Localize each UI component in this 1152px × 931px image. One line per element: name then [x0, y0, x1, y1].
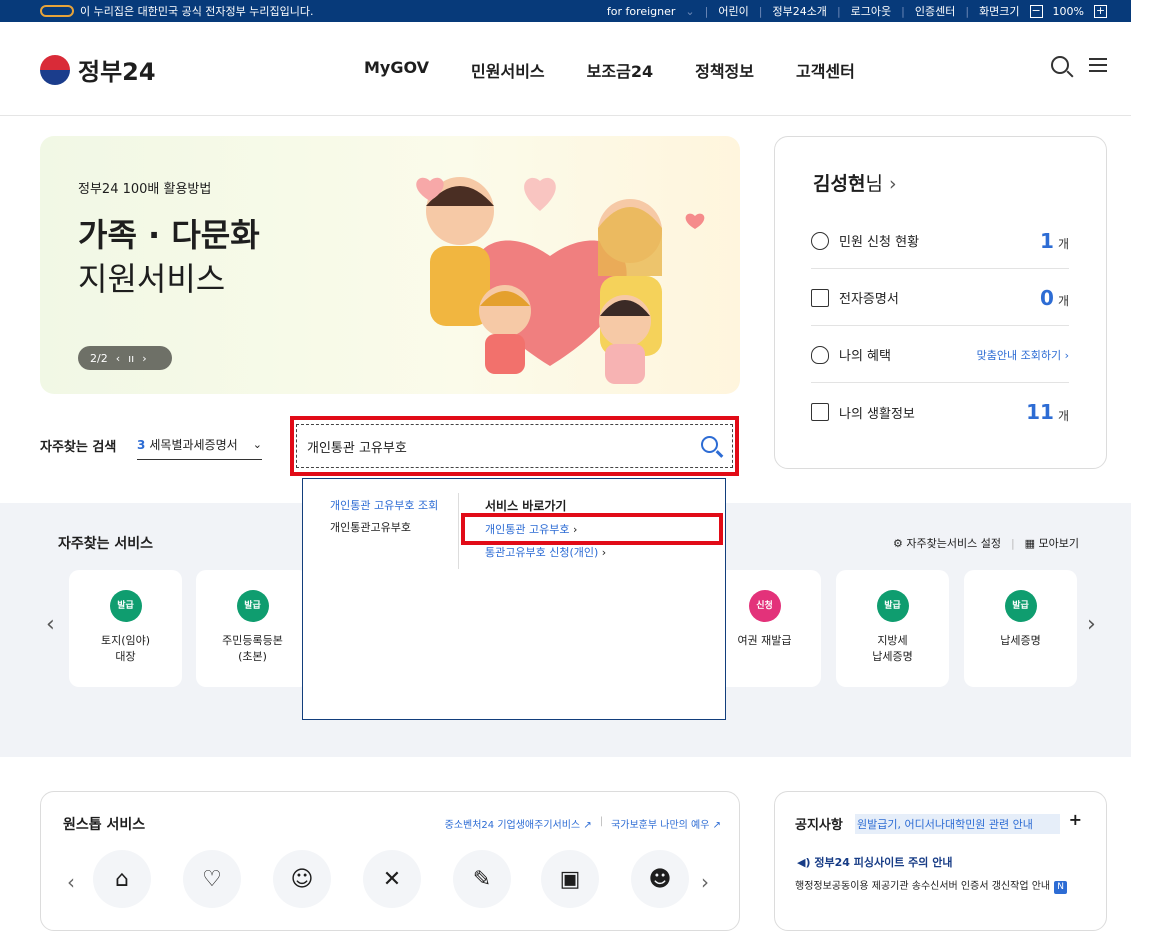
main-nav: MyGOV 민원서비스 보조금24 정책정보 고객센터 [364, 58, 855, 82]
zoom-in-button[interactable]: + [1094, 4, 1107, 18]
life-info-count: 11 [1026, 400, 1054, 424]
user-summary-panel: 김성현님 › 민원 신청 현황 1 개 전자증명서 0 개 나의 혜택 맞춤안내… [774, 136, 1107, 469]
pause-icon[interactable]: ıı [128, 352, 134, 365]
banner-pager: 2/2 ‹ ıı › [78, 346, 172, 370]
person-circle-icon [811, 231, 829, 250]
gov-notice: 이 누리집은 대한민국 공식 전자정부 누리집입니다. [40, 3, 314, 19]
issue-badge: 발급 [1004, 590, 1037, 622]
shortcut-highlight-box [461, 513, 723, 545]
speaker-icon: ◀) [797, 856, 811, 869]
site-header: 정부24 MyGOV 민원서비스 보조금24 정책정보 고객센터 [0, 22, 1131, 116]
benefits-lookup-link[interactable]: 맞춤안내 조회하기 › [977, 347, 1069, 363]
next-slide-icon[interactable]: › [142, 352, 146, 365]
favorite-card-local-tax[interactable]: 발급 지방세 납세증명 [836, 570, 949, 687]
baby-icon[interactable]: ☺ [273, 850, 331, 908]
gov-notice-text: 이 누리집은 대한민국 공식 전자정부 누리집입니다. [80, 5, 314, 18]
zoom-out-button[interactable]: − [1029, 4, 1043, 18]
notice-item[interactable]: ◀) 정부24 피싱사이트 주의 안내 [797, 854, 952, 870]
gov-emblem-icon [40, 5, 74, 17]
logo-text: 정부24 [78, 58, 156, 86]
user-row-benefits[interactable]: 나의 혜택 맞춤안내 조회하기 › [811, 327, 1069, 383]
onestop-title: 원스톱 서비스 [63, 817, 146, 833]
document-icon [811, 288, 829, 307]
suggestion-item[interactable]: 개인통관 고유부호 조회 [330, 495, 438, 517]
banner-subtitle: 정부24 100배 활용방법 [78, 182, 212, 197]
user-row-applications[interactable]: 민원 신청 현황 1 개 [811, 213, 1069, 269]
favorite-card-tax-payment[interactable]: 발급 납세증명 [964, 570, 1077, 687]
notice-title: 공지사항 [795, 818, 843, 833]
nav-policy[interactable]: 정책정보 [695, 58, 754, 82]
chevron-right-icon: › [888, 173, 897, 195]
issue-badge: 발급 [236, 590, 269, 622]
favorites-title: 자주찾는 서비스 [58, 536, 154, 552]
banner-title: 가족 · 다문화 [78, 216, 260, 254]
search-icon[interactable] [1051, 56, 1069, 74]
favorites-prev-icon[interactable]: ‹ [46, 612, 55, 637]
issue-badge: 발급 [876, 590, 909, 622]
menu-icon[interactable] [1089, 58, 1107, 72]
onestop-next-icon[interactable]: › [701, 870, 709, 894]
user-name[interactable]: 김성현님 › [813, 169, 897, 196]
search-input[interactable]: 개인통관 고유부호 [296, 424, 733, 468]
search-autocomplete-dropdown: 개인통관 고유부호 조회 개인통관고유부호 서비스 바로가기 개인통관 고유부호… [302, 478, 726, 720]
search-submit-icon[interactable] [701, 436, 718, 453]
onestop-prev-icon[interactable]: ‹ [67, 870, 75, 894]
sme-venture-link[interactable]: 중소벤처24 기업생애주기서비스 ↗ [445, 816, 592, 831]
chevron-down-icon: ⌄ [252, 438, 262, 451]
user-row-e-certificates[interactable]: 전자증명서 0 개 [811, 270, 1069, 326]
kids-link[interactable]: 어린이 [718, 3, 748, 19]
nav-customer-center[interactable]: 고객센터 [796, 58, 855, 82]
family-illustration [416, 177, 705, 384]
zoom-level: 100% [1052, 4, 1084, 18]
taegeuk-logo-icon [40, 54, 70, 85]
ribbon-icon[interactable]: ✕ [363, 850, 421, 908]
banner-page-indicator: 2/2 [90, 351, 108, 365]
main-banner[interactable]: 정부24 100배 활용방법 가족 · 다문화 지원서비스 2/2 ‹ ıı › [40, 136, 740, 394]
screen-size-label: 화면크기 [979, 5, 1020, 18]
suggestion-item[interactable]: 개인통관고유부호 [330, 517, 438, 539]
pregnancy-icon[interactable]: ♡ [183, 850, 241, 908]
nav-subsidy[interactable]: 보조금24 [587, 58, 653, 82]
notice-ticker[interactable]: 원발급기, 어디서나대학민원 관련 안내 [855, 814, 1060, 834]
house-icon[interactable]: ⌂ [93, 850, 151, 908]
logout-link[interactable]: 로그아웃 [851, 3, 891, 19]
certificates-count: 0 [1040, 285, 1054, 310]
book-icon[interactable]: ✎ [453, 850, 511, 908]
chevron-down-icon: ⌄ [685, 4, 695, 18]
favorites-settings-button[interactable]: ⚙ 자주찾는서비스 설정 [893, 535, 1001, 551]
nav-civil-service[interactable]: 민원서비스 [471, 58, 545, 82]
user-row-life-info[interactable]: 나의 생활정보 11 개 [811, 384, 1069, 440]
view-all-button[interactable]: ▦ 모아보기 [1025, 535, 1079, 551]
auth-center-link[interactable]: 인증센터 [915, 3, 955, 19]
favorite-card-resident-register[interactable]: 발급 주민등록등본 (초본) [196, 570, 309, 687]
prev-slide-icon[interactable]: ‹ [116, 352, 120, 365]
issue-badge: 발급 [109, 590, 142, 622]
applications-count: 1 [1040, 228, 1054, 253]
search-document-icon [811, 403, 829, 421]
favorites-next-icon[interactable]: › [1087, 612, 1096, 637]
foreigner-link[interactable]: for foreigner [607, 5, 676, 18]
top-utility-bar: 이 누리집은 대한민국 공식 전자정부 누리집입니다. for foreigne… [0, 0, 1131, 22]
notice-item[interactable]: 행정정보공동이용 제공기관 송수신서버 인증서 갱신작업 안내 N [795, 877, 1068, 894]
briefcase-icon[interactable]: ▣ [541, 850, 599, 908]
site-logo[interactable]: 정부24 [40, 52, 156, 87]
about-link[interactable]: 정부24소개 [772, 3, 826, 19]
favorite-card-land-register[interactable]: 발급 토지(임야) 대장 [69, 570, 182, 687]
notice-panel: 공지사항 원발급기, 어디서나대학민원 관련 안내 + ◀) 정부24 피싱사이… [774, 791, 1107, 931]
notice-more-icon[interactable]: + [1069, 810, 1082, 829]
nav-mygov[interactable]: MyGOV [364, 58, 429, 82]
heart-icon [811, 345, 829, 364]
elder-icon[interactable]: ☻ [631, 850, 689, 908]
frequent-search-select[interactable]: 3 세목별과세증명서 ⌄ [137, 430, 262, 460]
apply-badge: 신청 [748, 590, 781, 622]
search-query: 개인통관 고유부호 [307, 440, 407, 456]
veterans-link[interactable]: 국가보훈부 나만의 예우 ↗ [611, 816, 721, 831]
frequent-search-label: 자주찾는 검색 [40, 440, 117, 455]
banner-title-2: 지원서비스 [78, 260, 226, 298]
onestop-service-panel: 원스톱 서비스 중소벤처24 기업생애주기서비스 ↗ | 국가보훈부 나만의 예… [40, 791, 740, 931]
new-badge: N [1054, 881, 1068, 894]
